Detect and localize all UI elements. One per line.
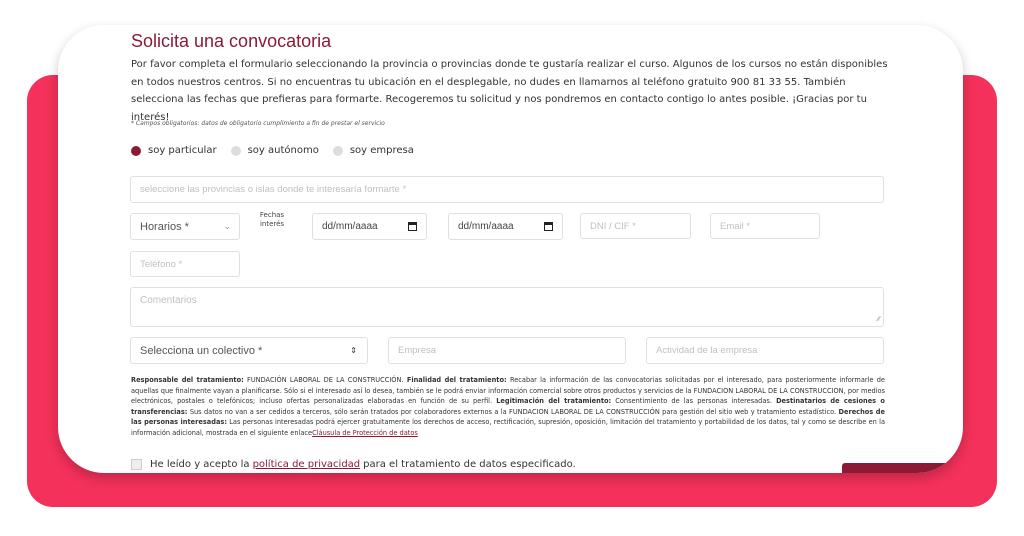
privacy-accept-row: He leído y acepto la política de privaci…: [131, 459, 576, 470]
email-placeholder: Email *: [720, 220, 751, 232]
legal-leg-label: Legitimación del tratamiento:: [496, 397, 612, 406]
legal-fin-label: Finalidad del tratamiento:: [406, 376, 507, 384]
comentarios-placeholder: Comentarios: [140, 295, 197, 306]
dni-placeholder: DNI / CIF *: [590, 220, 636, 232]
chevron-down-icon: ⌄: [223, 221, 231, 231]
radio-label: soy empresa: [349, 145, 414, 156]
horarios-select[interactable]: Horarios * ⌄: [130, 213, 240, 240]
dni-input[interactable]: DNI / CIF *: [580, 213, 691, 239]
date-to-value: dd/mm/aaaa: [458, 221, 514, 232]
radio-empresa[interactable]: soy empresa: [332, 145, 414, 156]
colectivo-value: Selecciona un colectivo *: [140, 344, 263, 357]
date-from-value: dd/mm/aaaa: [322, 221, 378, 232]
submit-button[interactable]: [842, 463, 963, 473]
radio-dot[interactable]: [332, 145, 343, 156]
form-title: Solicita una convocatoria: [131, 31, 332, 51]
telefono-input[interactable]: Teléfono *: [130, 251, 240, 277]
empresa-input[interactable]: Empresa: [388, 337, 626, 364]
radio-label: soy particular: [148, 145, 217, 156]
updown-arrows-icon: ⇕: [350, 346, 357, 355]
user-type-radio-group: soy particular soy autónomo soy empresa: [131, 145, 428, 156]
required-note: * Campos obligatorios: datos de obligato…: [131, 120, 385, 127]
telefono-placeholder: Teléfono *: [140, 258, 183, 270]
radio-particular[interactable]: soy particular: [131, 145, 217, 156]
email-input[interactable]: Email *: [710, 213, 820, 239]
legal-dest-text: Sus datos no van a ser cedidos a tercero…: [189, 407, 837, 416]
date-to-input[interactable]: dd/mm/aaaa: [448, 213, 563, 240]
calendar-icon[interactable]: [544, 222, 553, 231]
fechas-label: Fechas interés: [259, 211, 285, 228]
resize-handle-icon[interactable]: ∕∕: [878, 316, 880, 323]
privacy-policy-link[interactable]: política de privacidad: [253, 459, 361, 470]
colectivo-select[interactable]: Selecciona un colectivo * ⇕: [130, 337, 368, 364]
horarios-value: Horarios *: [140, 220, 189, 233]
provinces-select[interactable]: seleccione las provincias o islas donde …: [130, 176, 884, 203]
radio-dot[interactable]: [230, 145, 241, 156]
privacy-checkbox[interactable]: [131, 459, 142, 470]
radio-dot-checked[interactable]: [131, 145, 141, 156]
comentarios-textarea[interactable]: Comentarios ∕∕: [130, 287, 884, 327]
data-protection-link[interactable]: Cláusula de Protección de datos: [312, 429, 418, 437]
empresa-placeholder: Empresa: [398, 345, 437, 356]
form-card: Solicita una convocatoria Por favor comp…: [58, 25, 963, 473]
legal-notice: Responsable del tratamiento: FUNDACIÓN L…: [131, 375, 885, 439]
calendar-icon[interactable]: [408, 222, 417, 231]
legal-resp-label: Responsable del tratamiento:: [131, 376, 244, 384]
date-from-input[interactable]: dd/mm/aaaa: [312, 213, 427, 240]
actividad-placeholder: Actividad de la empresa: [656, 345, 758, 356]
radio-label: soy autónomo: [247, 145, 319, 156]
legal-resp-text: FUNDACIÓN LABORAL DE LA CONSTRUCCIÓN.: [247, 376, 404, 384]
provinces-placeholder: seleccione las provincias o islas donde …: [140, 184, 407, 195]
radio-autonomo[interactable]: soy autónomo: [230, 145, 319, 156]
legal-der-text: Las personas interesadas podrá ejercer g…: [131, 418, 885, 437]
actividad-input[interactable]: Actividad de la empresa: [646, 337, 884, 364]
legal-leg-text: Consentimiento de las personas interesad…: [615, 397, 772, 406]
accept-suffix: para el tratamiento de datos especificad…: [363, 459, 576, 470]
accept-prefix: He leído y acepto la: [150, 459, 250, 470]
form-intro: Por favor completa el formulario selecci…: [131, 59, 888, 123]
